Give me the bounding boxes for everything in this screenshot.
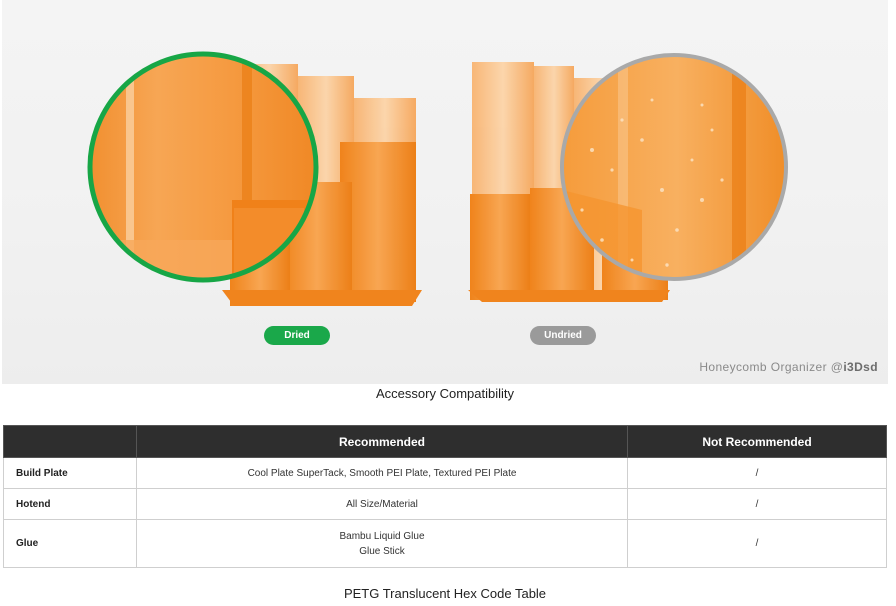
- recommended-item: Cool Plate SuperTack, Smooth PEI Plate, …: [247, 467, 517, 479]
- product-comparison-image: Dried Undried Honeycomb Organizer @i3Dsd: [2, 0, 888, 384]
- header-not-recommended: Not Recommended: [627, 425, 887, 458]
- cell-recommended: Bambu Liquid Glue Glue Stick: [136, 519, 628, 568]
- recommended-item: All Size/Material: [346, 498, 418, 510]
- table-row: Hotend All Size/Material /: [3, 488, 887, 520]
- accessory-compatibility-table: Recommended Not Recommended Build Plate …: [3, 425, 887, 568]
- cell-not-recommended: /: [627, 457, 887, 489]
- honeycomb-prints-illustration: [87, 51, 788, 306]
- accessory-compatibility-title: Accessory Compatibility: [376, 386, 514, 401]
- credit-handle: i3Dsd: [843, 360, 878, 374]
- header-recommended: Recommended: [136, 425, 628, 458]
- table-row: Build Plate Cool Plate SuperTack, Smooth…: [3, 457, 887, 489]
- header-blank: [3, 425, 137, 458]
- credit-prefix: Honeycomb Organizer @: [699, 360, 844, 374]
- hex-code-table-title: PETG Translucent Hex Code Table: [343, 586, 547, 601]
- table-row: Glue Bambu Liquid Glue Glue Stick /: [3, 519, 887, 568]
- table-header-row: Recommended Not Recommended: [3, 425, 887, 458]
- cell-not-recommended: /: [627, 488, 887, 520]
- recommended-item: Glue Stick: [359, 545, 405, 557]
- recommended-item: Bambu Liquid Glue: [339, 530, 425, 542]
- undried-label: Undried: [530, 326, 596, 345]
- image-credit: Honeycomb Organizer @i3Dsd: [699, 360, 878, 374]
- cell-recommended: All Size/Material: [136, 488, 628, 520]
- dried-label: Dried: [264, 326, 330, 345]
- row-label-build-plate: Build Plate: [3, 457, 137, 489]
- cell-not-recommended: /: [627, 519, 887, 568]
- row-label-hotend: Hotend: [3, 488, 137, 520]
- row-label-glue: Glue: [3, 519, 137, 568]
- cell-recommended: Cool Plate SuperTack, Smooth PEI Plate, …: [136, 457, 628, 489]
